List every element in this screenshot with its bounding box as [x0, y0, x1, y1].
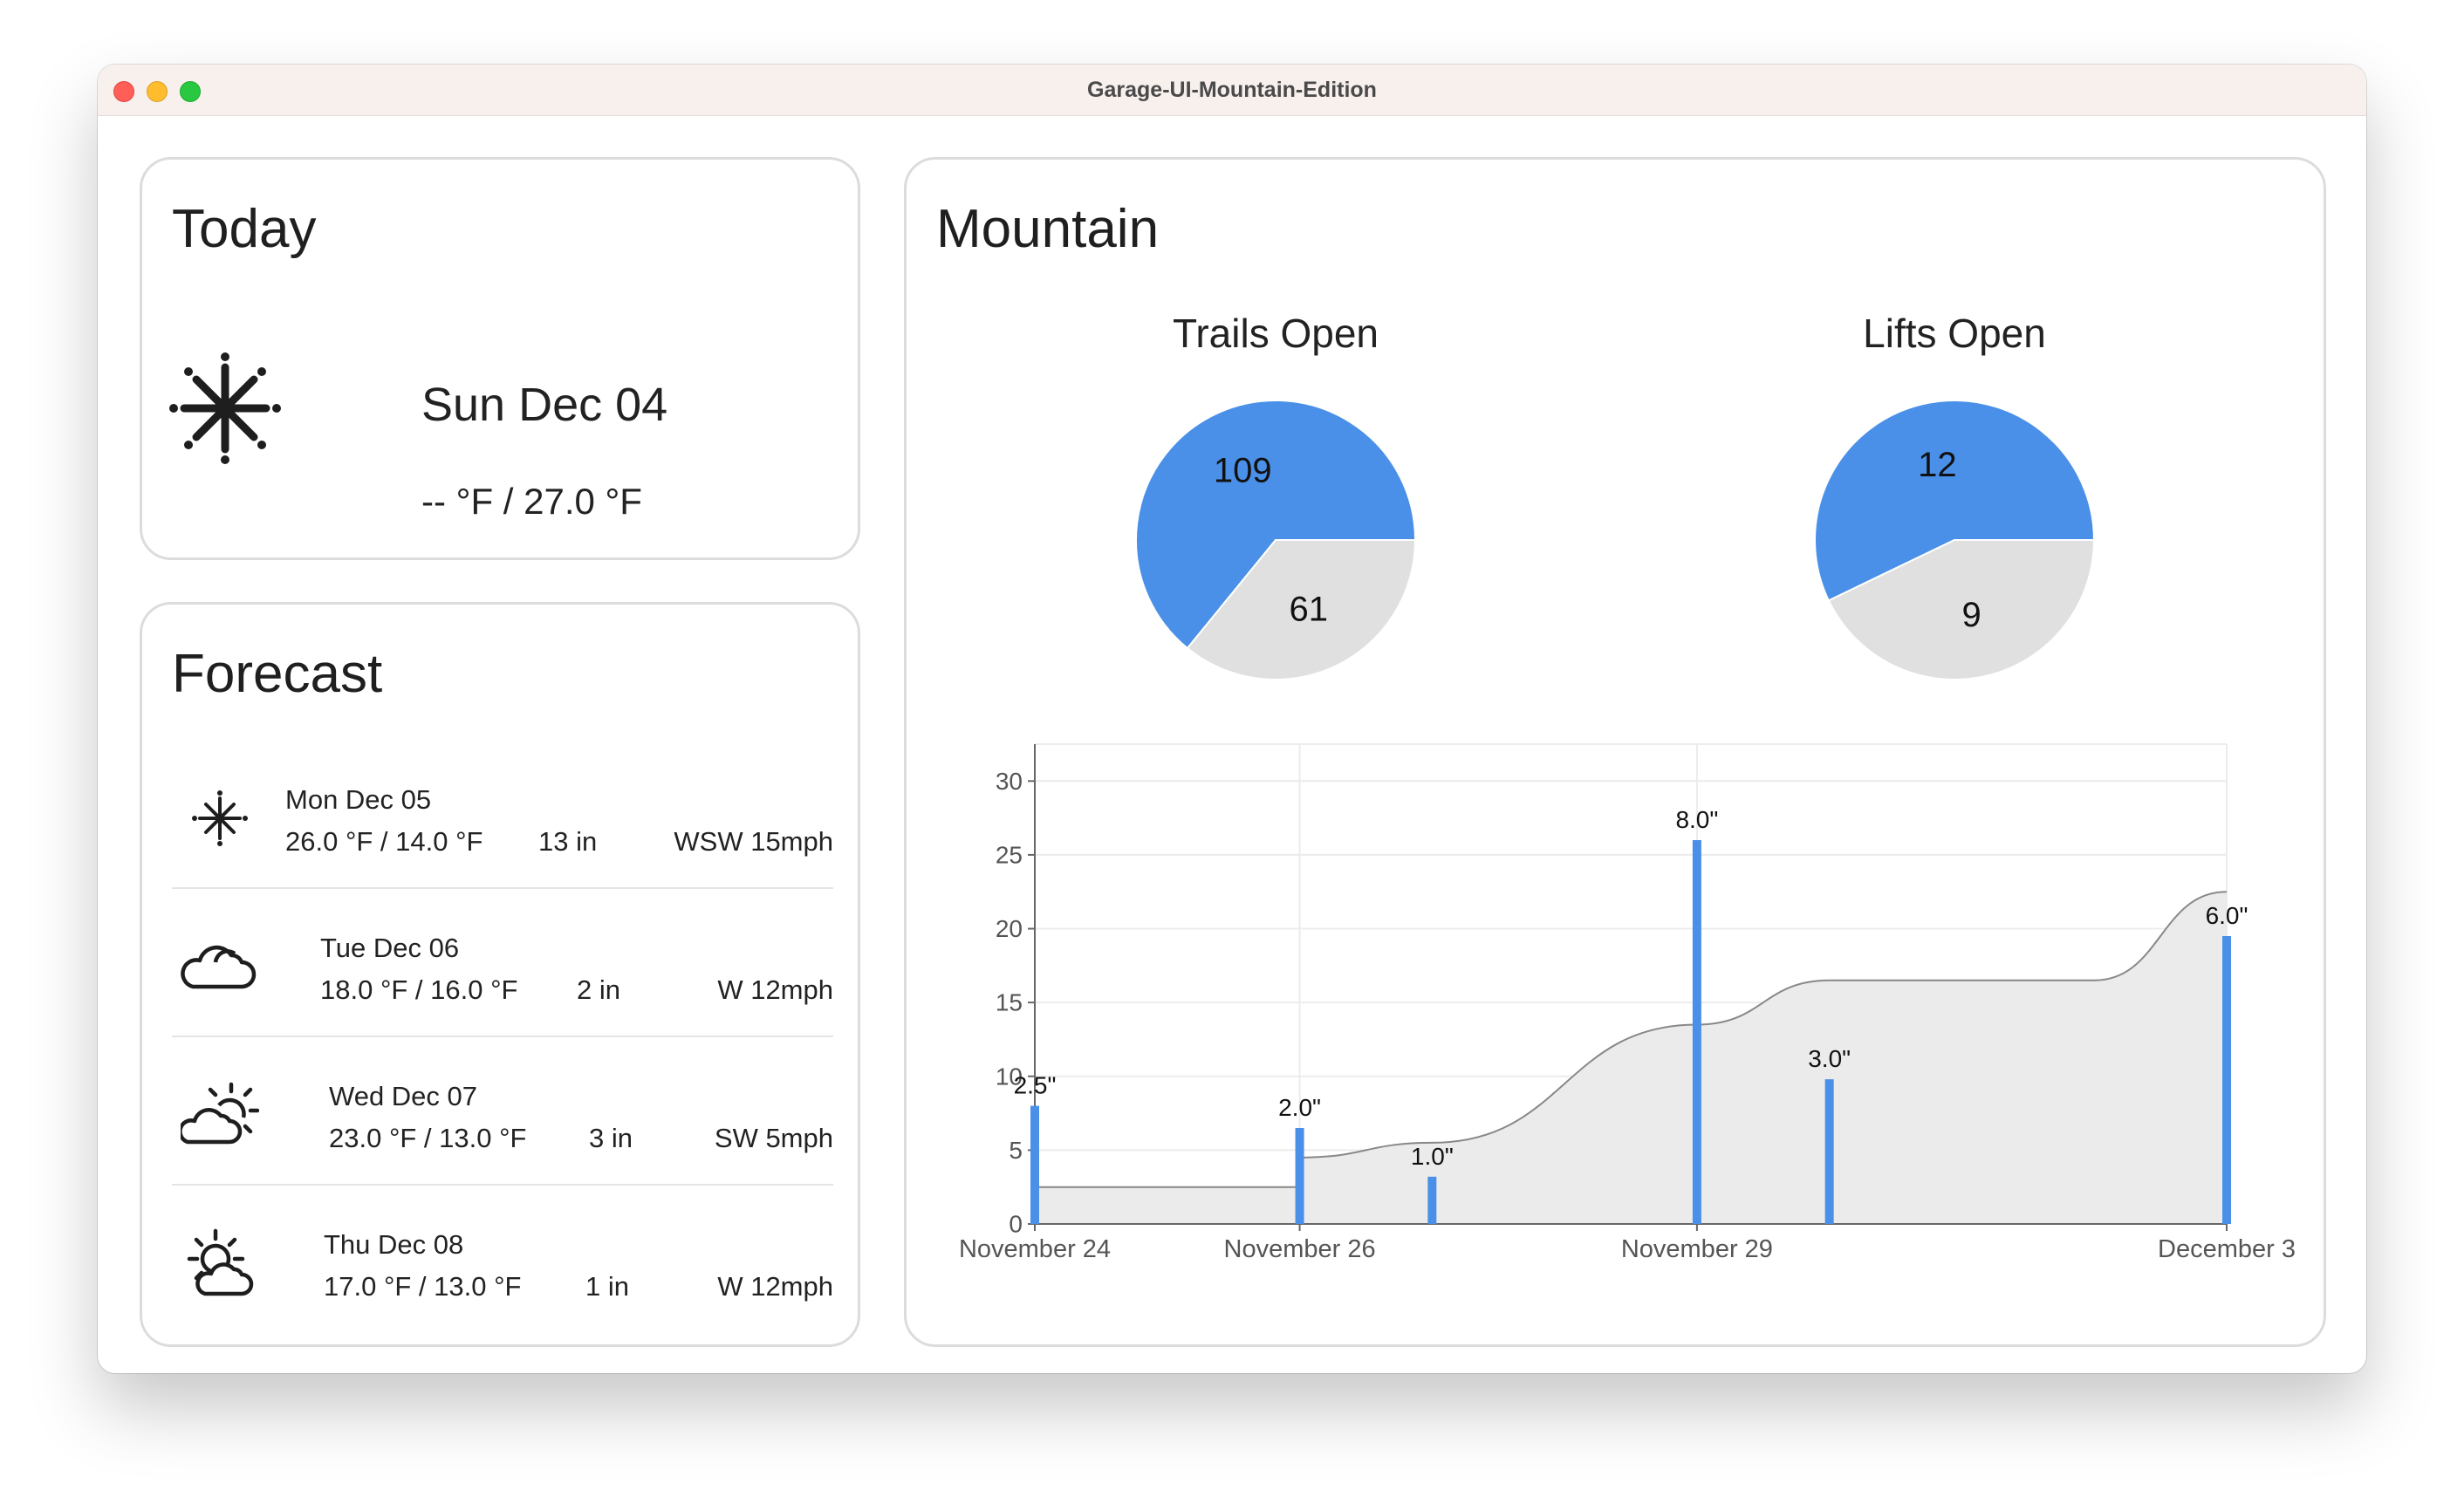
snowfall-bar	[2222, 936, 2231, 1224]
today-date: Sun Dec 04	[421, 379, 668, 431]
today-card: Today Sun Dec 04 -- °F / 27.0 °F	[140, 157, 860, 560]
snowflake-icon	[192, 790, 248, 846]
forecast-snowfall: 2 in	[577, 974, 620, 1005]
x-tick-label: November 24	[959, 1235, 1111, 1263]
partly-cloudy-sun-icon	[187, 1228, 254, 1296]
today-temperature: -- °F / 27.0 °F	[421, 481, 642, 522]
x-tick-label: November 29	[1621, 1235, 1773, 1263]
forecast-snowfall: 3 in	[589, 1123, 633, 1153]
snowfall-bar	[1824, 1079, 1834, 1224]
forecast-title: Forecast	[172, 644, 383, 704]
snowfall-bar	[1295, 1128, 1304, 1224]
forecast-wind: W 12mph	[717, 1271, 833, 1302]
forecast-date: Thu Dec 08	[324, 1229, 464, 1260]
snowfall-bar-label: 6.0"	[2206, 902, 2248, 929]
forecast-row: Mon Dec 05 26.0 °F / 14.0 °F 13 in WSW 1…	[172, 748, 833, 896]
row-divider	[172, 1184, 833, 1186]
row-divider	[172, 1036, 833, 1037]
y-tick-label: 0	[1009, 1211, 1023, 1238]
forecast-wind: WSW 15mph	[674, 826, 833, 857]
forecast-row: Thu Dec 08 17.0 °F / 13.0 °F 1 in W 12mp…	[172, 1193, 833, 1341]
window-title: Garage-UI-Mountain-Edition	[1087, 78, 1377, 102]
y-tick-label: 15	[996, 989, 1023, 1016]
snowfall-bar-label: 8.0"	[1675, 806, 1718, 833]
x-tick-label: December 3	[2158, 1235, 2296, 1263]
today-title: Today	[172, 199, 317, 259]
partly-cloudy-icon	[181, 1082, 259, 1145]
cloud-icon	[181, 945, 257, 989]
x-tick-label: November 26	[1224, 1235, 1376, 1263]
title-bar: Garage-UI-Mountain-Edition	[98, 65, 2366, 116]
y-tick-label: 30	[996, 768, 1023, 795]
forecast-date: Mon Dec 05	[285, 784, 432, 815]
snowfall-bar	[1030, 1105, 1039, 1224]
forecast-temperature: 18.0 °F / 16.0 °F	[320, 974, 518, 1005]
forecast-row: Wed Dec 07 23.0 °F / 13.0 °F 3 in SW 5mp…	[172, 1044, 833, 1193]
forecast-date: Tue Dec 06	[320, 933, 460, 963]
snowfall-bar-label: 3.0"	[1808, 1045, 1851, 1072]
forecast-temperature: 23.0 °F / 13.0 °F	[329, 1123, 527, 1153]
snowfall-bar	[1427, 1176, 1437, 1224]
forecast-temperature: 17.0 °F / 13.0 °F	[324, 1271, 522, 1302]
snowfall-bar-label: 2.0"	[1278, 1094, 1321, 1121]
forecast-wind: SW 5mph	[714, 1123, 833, 1153]
mountain-card: Mountain Trails Open 109 61 Lifts Open 12…	[904, 157, 2326, 1347]
y-tick-label: 5	[1009, 1137, 1023, 1164]
forecast-snowfall: 1 in	[585, 1271, 629, 1302]
snow-depth-area	[1035, 892, 2227, 1224]
snowfall-bar-label: 2.5"	[1014, 1072, 1057, 1099]
snowfall-bar	[1692, 840, 1701, 1224]
row-divider	[172, 887, 833, 889]
forecast-date: Wed Dec 07	[329, 1081, 478, 1111]
forecast-temperature: 26.0 °F / 14.0 °F	[285, 826, 483, 857]
app-window: Garage-UI-Mountain-Edition Today Sun Dec…	[98, 65, 2366, 1373]
snowfall-chart: 051015202530November 24 November 26 Novemb…	[959, 743, 2296, 1263]
forecast-snowfall: 13 in	[538, 826, 598, 857]
forecast-wind: W 12mph	[717, 974, 833, 1005]
snowfall-bar-label: 1.0"	[1411, 1143, 1454, 1170]
snowflake-icon	[169, 352, 281, 464]
forecast-row: Tue Dec 06 18.0 °F / 16.0 °F 2 in W 12mp…	[172, 896, 833, 1044]
forecast-card: Forecast Mon Dec 05 26.0 °F / 14.0 °F 13…	[140, 602, 860, 1347]
y-tick-label: 20	[996, 915, 1023, 942]
y-tick-label: 25	[996, 841, 1023, 868]
